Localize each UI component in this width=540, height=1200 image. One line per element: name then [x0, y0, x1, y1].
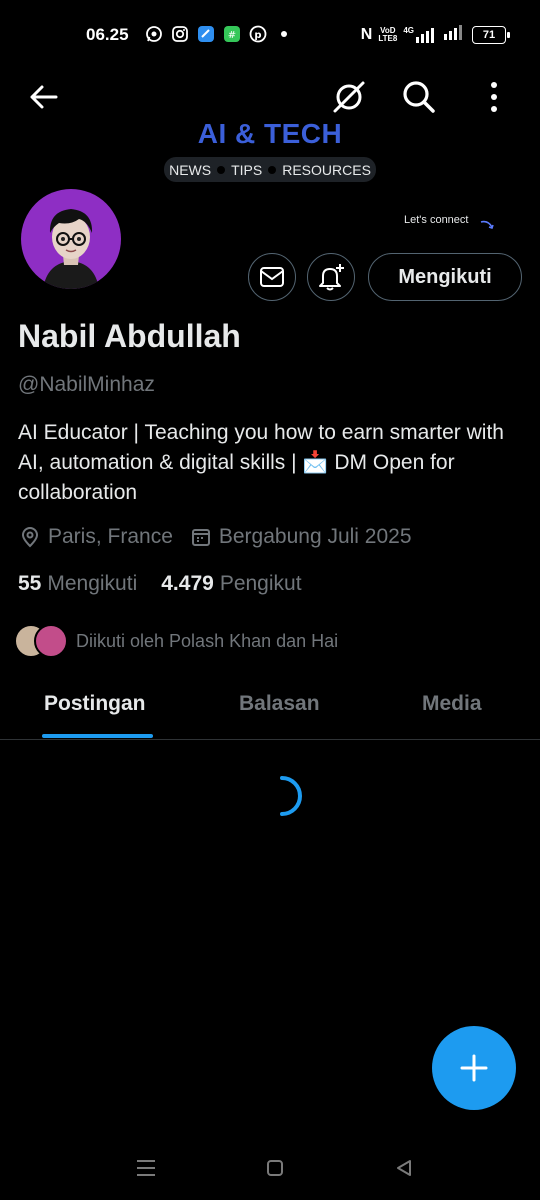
bell-plus-icon — [319, 264, 344, 291]
tab-posts[interactable]: Postingan — [44, 692, 146, 716]
arrow-left-icon — [30, 85, 58, 109]
signal-icon: 4G — [403, 25, 438, 43]
message-button[interactable] — [248, 253, 296, 301]
followers-count: 4.479 — [161, 572, 214, 595]
square-icon — [267, 1160, 283, 1176]
followers-link[interactable]: 4.479 Pengikut — [161, 572, 301, 596]
dot-icon — [274, 24, 293, 43]
location-pin-icon — [18, 525, 42, 549]
user-handle: @NabilMinhaz — [18, 373, 155, 396]
banner-tag: RESOURCES — [282, 161, 371, 178]
network-type: 4G — [403, 25, 414, 35]
banner-tags: NEWS TIPS RESOURCES — [164, 157, 376, 182]
compose-post-button[interactable] — [432, 1026, 516, 1110]
calendar-icon — [189, 525, 213, 549]
system-status: N VoD LTE8 4G 71 — [360, 24, 510, 45]
volte-bottom: LTE8 — [378, 33, 398, 43]
wechat-icon: # — [222, 24, 241, 43]
separator-dot — [268, 165, 277, 174]
search-button[interactable] — [400, 78, 438, 116]
pinterest-icon: p — [248, 24, 267, 43]
whatsapp-icon — [144, 24, 163, 43]
banner-tag: TIPS — [231, 161, 263, 178]
avatar-image — [21, 189, 121, 289]
followed-by-row[interactable]: Diikuti oleh Polash Khan dan Hai — [14, 624, 338, 658]
tab-replies[interactable]: Balasan — [239, 692, 320, 716]
status-bar: 06.25 # p N VoD LTE8 4G 71 — [0, 22, 540, 52]
following-link[interactable]: 55 Mengikuti — [18, 572, 137, 596]
tab-media[interactable]: Media — [422, 692, 482, 716]
followed-by-text: Diikuti oleh Polash Khan dan Hai — [76, 630, 339, 651]
battery-icon: 71 — [472, 25, 510, 44]
profile-tabs: Postingan Balasan Media — [0, 686, 540, 740]
system-nav-bar — [0, 1140, 540, 1196]
following-count: 55 — [18, 572, 42, 595]
telegram-icon — [196, 24, 215, 43]
nfc-icon: N — [360, 25, 373, 43]
svg-text:#: # — [227, 30, 235, 41]
instagram-icon — [170, 24, 189, 43]
volte-indicator: VoD LTE8 — [378, 26, 398, 43]
following-button[interactable]: Mengikuti — [368, 253, 522, 301]
avatar[interactable] — [18, 186, 124, 292]
banner-title: AI & TECH — [197, 118, 343, 149]
mail-icon — [260, 267, 284, 287]
triangle-back-icon — [397, 1160, 411, 1176]
curved-arrow-icon — [480, 218, 496, 236]
profile-meta: Paris, France Bergabung Juli 2025 — [18, 525, 412, 549]
notify-button[interactable] — [307, 253, 355, 301]
menu-icon — [137, 1160, 155, 1176]
more-options-button[interactable] — [480, 80, 508, 114]
separator-dot — [217, 165, 226, 174]
lets-connect-text: Let's connect — [404, 214, 469, 226]
location-text: Paris, France — [48, 525, 173, 548]
status-time: 06.25 — [86, 25, 129, 44]
loading-spinner — [270, 774, 314, 818]
search-icon — [403, 81, 435, 113]
display-name: Nabil Abdullah — [18, 318, 241, 354]
followers-label: Pengikut — [219, 572, 302, 595]
recent-apps-button[interactable] — [132, 1154, 160, 1182]
profile-screen: 06.25 # p N VoD LTE8 4G 71 AI & TECH NEW… — [0, 0, 540, 1200]
plus-icon — [460, 1054, 488, 1082]
bio-text: AI Educator | Teaching you how to earn s… — [18, 421, 504, 504]
active-tab-indicator — [42, 734, 153, 738]
home-button[interactable] — [261, 1154, 289, 1182]
svg-text:p: p — [254, 30, 261, 41]
mutual-avatar — [34, 624, 68, 658]
signal-2-icon — [444, 24, 466, 45]
banner-logo-icon — [330, 78, 368, 116]
more-vertical-icon — [491, 82, 497, 112]
joined-date: Bergabung Juli 2025 — [218, 525, 412, 548]
following-label: Mengikuti — [47, 572, 138, 595]
banner-tag: NEWS — [169, 161, 212, 178]
back-button[interactable] — [26, 80, 60, 114]
follow-counts: 55 Mengikuti 4.479 Pengikut — [18, 572, 302, 596]
notification-icons: # p — [144, 24, 293, 43]
system-back-button[interactable] — [390, 1154, 418, 1182]
